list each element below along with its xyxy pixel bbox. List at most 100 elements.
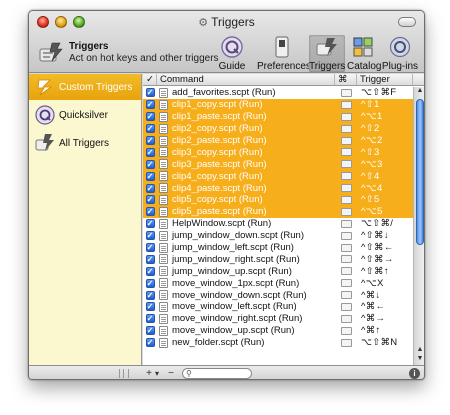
table-row[interactable]: ✓ clip5_copy.scpt (Run) ^⇧5: [143, 194, 413, 206]
table-row[interactable]: ✓ clip1_copy.scpt (Run) ^⇧1: [143, 98, 413, 111]
trigger-shortcut[interactable]: ^⌘↑: [357, 325, 413, 336]
vertical-scrollbar[interactable]: ▲ ▲ ▼: [413, 87, 424, 365]
table-row[interactable]: ✓ jump_window_right.scpt (Run) ^⇧⌘→: [143, 253, 413, 265]
trigger-shortcut[interactable]: ⌥⇧⌘/: [357, 218, 413, 229]
enabled-checkbox[interactable]: ✓: [143, 124, 157, 134]
table-row[interactable]: ✓ move_window_up.scpt (Run) ^⌘↑: [143, 325, 413, 337]
enabled-checkbox[interactable]: ✓: [143, 314, 157, 324]
table-row[interactable]: ✓ clip3_paste.scpt (Run) ^⌥3: [143, 158, 413, 171]
toolbar-triggers-button[interactable]: Triggers: [309, 35, 345, 72]
sidebar-item-custom-triggers[interactable]: Custom Triggers: [29, 74, 141, 100]
enabled-checkbox[interactable]: ✓: [143, 231, 157, 241]
script-file-icon: [159, 242, 168, 253]
trigger-shortcut[interactable]: ^⇧⌘↑: [357, 266, 413, 277]
table-row[interactable]: ✓ clip1_paste.scpt (Run) ^⌥1: [143, 110, 413, 123]
trigger-shortcut[interactable]: ^⇧⌘↓: [357, 230, 413, 241]
trigger-shortcut[interactable]: ^⇧4: [357, 171, 413, 182]
enabled-checkbox[interactable]: ✓: [143, 278, 157, 288]
toolbar-catalog-button[interactable]: Catalog: [347, 35, 381, 72]
toolbar-plugins-button[interactable]: Plug-ins: [381, 35, 419, 72]
table-row[interactable]: ✓ clip3_copy.scpt (Run) ^⇧3: [143, 146, 413, 159]
trigger-shortcut[interactable]: ^⌥5: [357, 206, 413, 217]
add-menu-chevron-down-icon[interactable]: ▾: [153, 367, 161, 379]
enabled-checkbox[interactable]: ✓: [143, 159, 157, 169]
keyboard-icon: [340, 338, 352, 347]
table-row[interactable]: ✓ jump_window_up.scpt (Run) ^⇧⌘↑: [143, 265, 413, 277]
enabled-checkbox[interactable]: ✓: [143, 266, 157, 276]
enabled-checkbox[interactable]: ✓: [143, 183, 157, 193]
table-row[interactable]: ✓ clip2_copy.scpt (Run) ^⇧2: [143, 122, 413, 135]
trigger-shortcut[interactable]: ^⌘→: [357, 313, 413, 324]
toolbar-preferences-button[interactable]: Preferences: [257, 35, 311, 72]
toolbar-toggle-button[interactable]: [398, 17, 416, 27]
table-row[interactable]: ✓ move_window_1px.scpt (Run) ^⌥X: [143, 277, 413, 289]
table-row[interactable]: ✓ clip5_paste.scpt (Run) ^⌥5: [143, 205, 413, 218]
command-cell: clip4_paste.scpt (Run): [157, 183, 335, 194]
sidebar-item-all-triggers[interactable]: All Triggers: [29, 130, 141, 156]
toolbar-guide-button[interactable]: Guide: [215, 35, 249, 72]
remove-trigger-button[interactable]: −: [166, 367, 176, 379]
enabled-checkbox[interactable]: ✓: [143, 254, 157, 264]
table-row[interactable]: ✓ new_folder.scpt (Run) ⌥⇧⌘N: [143, 337, 413, 349]
column-header-trigger[interactable]: Trigger: [357, 74, 413, 85]
sidebar-resize-grip-icon[interactable]: [119, 369, 129, 378]
search-field[interactable]: ⚲: [182, 368, 252, 379]
info-button[interactable]: i: [409, 368, 420, 379]
trigger-shortcut[interactable]: ^⇧⌘←: [357, 242, 413, 253]
table-row[interactable]: ✓ HelpWindow.scpt (Run) ⌥⇧⌘/: [143, 218, 413, 230]
column-header-type[interactable]: ⌘: [335, 74, 357, 85]
table-row[interactable]: ✓ clip4_copy.scpt (Run) ^⇧4: [143, 170, 413, 183]
enabled-checkbox[interactable]: ✓: [143, 147, 157, 157]
table-row[interactable]: ✓ move_window_right.scpt (Run) ^⌘→: [143, 313, 413, 325]
table-row[interactable]: ✓ add_favorites.scpt (Run) ⌥⇧⌘F: [143, 87, 413, 99]
enabled-checkbox[interactable]: ✓: [143, 243, 157, 253]
scroll-up-arrow-icon[interactable]: ▲: [414, 87, 424, 96]
enabled-checkbox[interactable]: ✓: [143, 195, 157, 205]
trigger-type-cell: [335, 207, 357, 216]
trigger-shortcut[interactable]: ^⌥4: [357, 183, 413, 194]
scroll-arrows[interactable]: ▲ ▼: [414, 345, 424, 365]
trigger-shortcut[interactable]: ^⇧3: [357, 147, 413, 158]
command-label: move_window_right.scpt (Run): [172, 313, 303, 325]
table-row[interactable]: ✓ move_window_left.scpt (Run) ^⌘←: [143, 301, 413, 313]
table-row[interactable]: ✓ move_window_down.scpt (Run) ^⌘↓: [143, 289, 413, 301]
trigger-shortcut[interactable]: ^⌥1: [357, 111, 413, 122]
scrollbar-thumb[interactable]: [416, 99, 424, 245]
trigger-type-cell: [335, 243, 357, 252]
enabled-checkbox[interactable]: ✓: [143, 219, 157, 229]
table-row[interactable]: ✓ jump_window_left.scpt (Run) ^⇧⌘←: [143, 242, 413, 254]
trigger-shortcut[interactable]: ^⌥3: [357, 159, 413, 170]
trigger-shortcut[interactable]: ^⇧1: [357, 99, 413, 110]
column-header-command[interactable]: Command: [157, 74, 335, 85]
trigger-shortcut[interactable]: ^⌘←: [357, 301, 413, 312]
trigger-type-cell: [335, 112, 357, 121]
trigger-shortcut[interactable]: ^⌥2: [357, 135, 413, 146]
script-file-icon: [159, 230, 168, 241]
trigger-shortcut[interactable]: ^⇧2: [357, 123, 413, 134]
trigger-shortcut[interactable]: ^⌘↓: [357, 290, 413, 301]
enabled-checkbox[interactable]: ✓: [143, 136, 157, 145]
enabled-checkbox[interactable]: ✓: [143, 100, 157, 110]
command-cell: add_favorites.scpt (Run): [157, 87, 335, 98]
enabled-checkbox[interactable]: ✓: [143, 207, 157, 217]
table-row[interactable]: ✓ clip2_paste.scpt (Run) ^⌥2: [143, 134, 413, 147]
checkmark-icon: ✓: [145, 326, 155, 336]
enabled-checkbox[interactable]: ✓: [143, 290, 157, 300]
trigger-shortcut[interactable]: ⌥⇧⌘F: [357, 87, 413, 98]
title-bar: ⚙ Triggers Triggers Act on hot keys and o…: [29, 11, 424, 73]
table-row[interactable]: ✓ jump_window_down.scpt (Run) ^⇧⌘↓: [143, 230, 413, 242]
toolbar-triggers-label: Triggers: [309, 61, 346, 72]
column-header-enabled[interactable]: ✓: [143, 74, 157, 85]
enabled-checkbox[interactable]: ✓: [143, 302, 157, 312]
trigger-shortcut[interactable]: ^⇧⌘→: [357, 254, 413, 265]
enabled-checkbox[interactable]: ✓: [143, 171, 157, 181]
enabled-checkbox[interactable]: ✓: [143, 338, 157, 348]
sidebar-item-quicksilver[interactable]: Quicksilver: [29, 102, 141, 128]
enabled-checkbox[interactable]: ✓: [143, 112, 157, 122]
table-row[interactable]: ✓ clip4_paste.scpt (Run) ^⌥4: [143, 182, 413, 195]
enabled-checkbox[interactable]: ✓: [143, 326, 157, 336]
trigger-shortcut[interactable]: ^⇧5: [357, 194, 413, 205]
trigger-shortcut[interactable]: ⌥⇧⌘N: [357, 337, 413, 348]
enabled-checkbox[interactable]: ✓: [143, 88, 157, 98]
trigger-shortcut[interactable]: ^⌥X: [357, 278, 413, 289]
